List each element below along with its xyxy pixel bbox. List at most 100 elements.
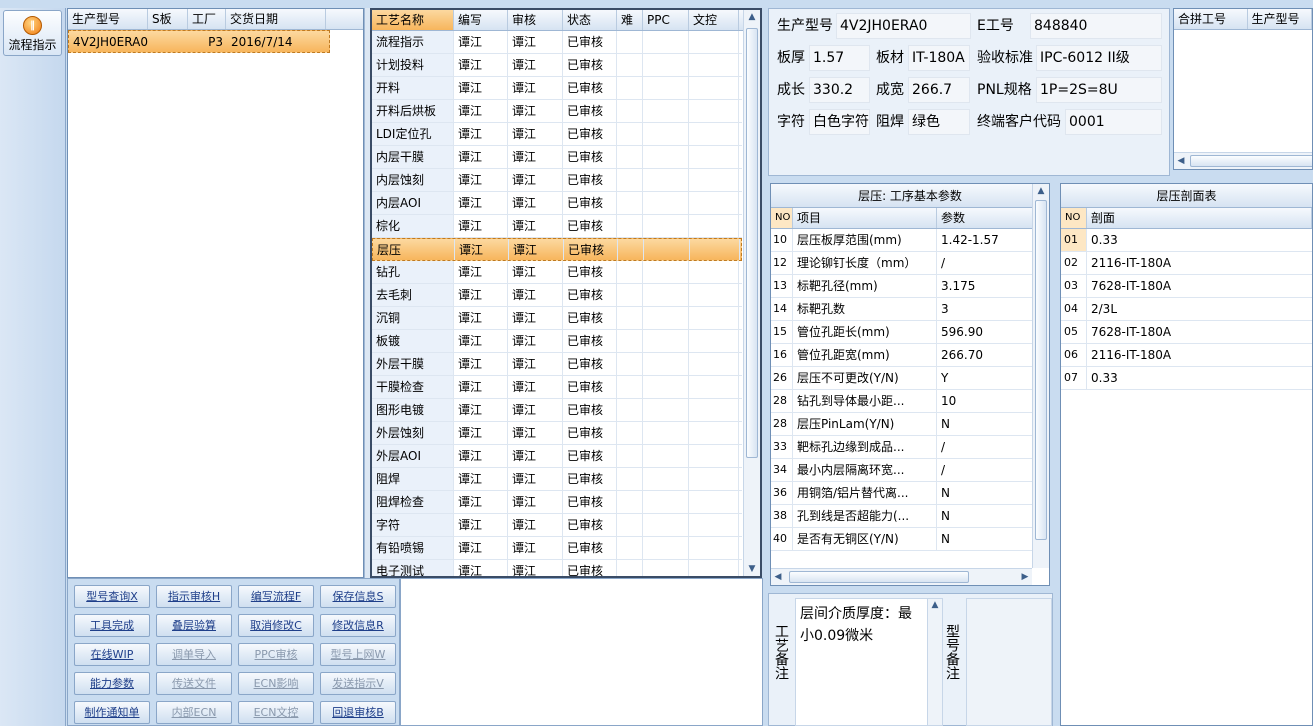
orders-col-header[interactable]: 生产型号 (68, 9, 148, 29)
scroll-left-icon[interactable]: ◀ (1174, 154, 1188, 168)
scroll-thumb[interactable] (789, 571, 969, 583)
stack-row[interactable]: 02 2116-IT-180A (1061, 252, 1312, 275)
action-button[interactable]: 能力参数 (74, 672, 150, 695)
action-button[interactable]: 传送文件 (156, 672, 232, 695)
process-row[interactable]: 内层蚀刻 谭江 谭江 已审核 (372, 169, 742, 192)
process-row[interactable]: 开料 谭江 谭江 已审核 (372, 77, 742, 100)
params-row[interactable]: 34 最小内层隔离环宽... / (771, 459, 1033, 482)
process-col-header[interactable]: 状态 (563, 10, 617, 30)
process-row[interactable]: 去毛刺 谭江 谭江 已审核 (372, 284, 742, 307)
action-button[interactable]: ECN文控 (238, 701, 314, 724)
params-hscroll[interactable]: ◀ ▶ (771, 568, 1032, 585)
action-button[interactable]: PPC审核 (238, 643, 314, 666)
process-row[interactable]: 钻孔 谭江 谭江 已审核 (372, 261, 742, 284)
process-col-header[interactable]: 难 (617, 10, 643, 30)
params-row[interactable]: 36 用铜箔/铝片替代离... N (771, 482, 1033, 505)
process-col-header[interactable]: 审核 (508, 10, 563, 30)
process-row[interactable]: 计划投料 谭江 谭江 已审核 (372, 54, 742, 77)
orders-col-header[interactable]: 工厂 (188, 9, 226, 29)
params-row[interactable]: 10 层压板厚范围(mm) 1.42-1.57 (771, 229, 1033, 252)
params-row[interactable]: 40 是否有无铜区(Y/N) N (771, 528, 1033, 551)
action-button[interactable]: 制作通知单 (74, 701, 150, 724)
params-col-header[interactable]: 项目 (793, 208, 937, 228)
scroll-up-icon[interactable]: ▲ (744, 10, 760, 24)
params-vscroll[interactable]: ▲ (1032, 184, 1049, 568)
process-row[interactable]: 阻焊 谭江 谭江 已审核 (372, 468, 742, 491)
params-row[interactable]: 28 钻孔到导体最小距... 10 (771, 390, 1033, 413)
process-row[interactable]: 图形电镀 谭江 谭江 已审核 (372, 399, 742, 422)
merge-hscroll[interactable]: ◀ (1174, 152, 1312, 169)
process-row[interactable]: 棕化 谭江 谭江 已审核 (372, 215, 742, 238)
params-row[interactable]: 14 标靶孔数 3 (771, 298, 1033, 321)
process-vscroll[interactable]: ▲ ▼ (743, 10, 760, 576)
stack-col-header[interactable]: 剖面 (1087, 208, 1312, 228)
action-button[interactable]: 发送指示V (320, 672, 396, 695)
params-row[interactable]: 38 孔到线是否超能力(... N (771, 505, 1033, 528)
merge-col-header[interactable]: 生产型号 (1248, 9, 1312, 29)
scroll-down-icon[interactable]: ▼ (744, 562, 760, 576)
process-row[interactable]: 内层干膜 谭江 谭江 已审核 (372, 146, 742, 169)
process-col-header[interactable]: PPC (643, 10, 689, 30)
process-col-header[interactable]: 文控 (689, 10, 739, 30)
action-button[interactable]: 叠层验算 (156, 614, 232, 637)
action-button[interactable]: 在线WIP (74, 643, 150, 666)
params-row[interactable]: 12 理论铆钉长度（mm） / (771, 252, 1033, 275)
action-button[interactable]: 编写流程F (238, 585, 314, 608)
process-row[interactable]: 外层AOI 谭江 谭江 已审核 (372, 445, 742, 468)
process-row[interactable]: 开料后烘板 谭江 谭江 已审核 (372, 100, 742, 123)
action-button[interactable]: 指示审核H (156, 585, 232, 608)
process-row[interactable]: 有铅喷锡 谭江 谭江 已审核 (372, 537, 742, 560)
process-row[interactable]: LDI定位孔 谭江 谭江 已审核 (372, 123, 742, 146)
process-row[interactable]: 外层干膜 谭江 谭江 已审核 (372, 353, 742, 376)
params-row[interactable]: 13 标靶孔径(mm) 3.175 (771, 275, 1033, 298)
stack-col-header[interactable]: NO (1061, 208, 1087, 228)
action-button[interactable]: 取消修改C (238, 614, 314, 637)
scroll-thumb[interactable] (1190, 155, 1312, 167)
process-row[interactable]: 阻焊检查 谭江 谭江 已审核 (372, 491, 742, 514)
proc-remark-text[interactable]: 层间介质厚度：最小0.09微米 (795, 598, 943, 726)
params-row[interactable]: 15 管位孔距长(mm) 596.90 (771, 321, 1033, 344)
process-col-header[interactable]: 编写 (454, 10, 508, 30)
scroll-left-icon[interactable]: ◀ (771, 570, 785, 584)
action-button[interactable]: 保存信息S (320, 585, 396, 608)
params-col-header[interactable]: NO (771, 208, 793, 228)
process-row[interactable]: 板镀 谭江 谭江 已审核 (372, 330, 742, 353)
remark-vscroll[interactable]: ▲ (927, 599, 942, 725)
params-row[interactable]: 16 管位孔距宽(mm) 266.70 (771, 344, 1033, 367)
scroll-thumb[interactable] (746, 28, 758, 458)
action-button[interactable]: ECN影响 (238, 672, 314, 695)
orders-col-header[interactable]: S板 (148, 9, 188, 29)
scroll-right-icon[interactable]: ▶ (1018, 570, 1032, 584)
stack-row[interactable]: 01 0.33 (1061, 229, 1312, 252)
stack-row[interactable]: 06 2116-IT-180A (1061, 344, 1312, 367)
params-row[interactable]: 33 靶标孔边缘到成品... / (771, 436, 1033, 459)
scroll-thumb[interactable] (1035, 200, 1047, 540)
stack-row[interactable]: 04 2/3L (1061, 298, 1312, 321)
merge-col-header[interactable]: 合拼工号 (1174, 9, 1248, 29)
params-row[interactable]: 28 层压PinLam(Y/N) N (771, 413, 1033, 436)
process-row[interactable]: 内层AOI 谭江 谭江 已审核 (372, 192, 742, 215)
stack-row[interactable]: 07 0.33 (1061, 367, 1312, 390)
model-remark-text[interactable] (966, 598, 1052, 726)
action-button[interactable]: 工具完成 (74, 614, 150, 637)
scroll-up-icon[interactable]: ▲ (1033, 184, 1049, 198)
sidebar-flow-button[interactable]: ‖ 流程指示 (3, 10, 62, 56)
orders-row[interactable]: 4V2JH0ERA0 P3 2016/7/14 (68, 30, 330, 53)
stack-row[interactable]: 03 7628-IT-180A (1061, 275, 1312, 298)
orders-col-header[interactable]: 交货日期 (226, 9, 326, 29)
action-button[interactable]: 修改信息R (320, 614, 396, 637)
process-row[interactable]: 干膜检查 谭江 谭江 已审核 (372, 376, 742, 399)
process-row[interactable]: 沉铜 谭江 谭江 已审核 (372, 307, 742, 330)
process-row[interactable]: 字符 谭江 谭江 已审核 (372, 514, 742, 537)
process-row[interactable]: 电子测试 谭江 谭江 已审核 (372, 560, 742, 576)
action-button[interactable]: 调单导入 (156, 643, 232, 666)
action-button[interactable]: 型号上网W (320, 643, 396, 666)
params-col-header[interactable]: 参数 (937, 208, 1033, 228)
action-button[interactable]: 型号查询X (74, 585, 150, 608)
process-row[interactable]: 外层蚀刻 谭江 谭江 已审核 (372, 422, 742, 445)
process-row[interactable]: 流程指示 谭江 谭江 已审核 (372, 31, 742, 54)
action-button[interactable]: 回退审核B (320, 701, 396, 724)
params-row[interactable]: 26 层压不可更改(Y/N) Y (771, 367, 1033, 390)
process-col-header[interactable]: 工艺名称 (372, 10, 454, 30)
scroll-up-icon[interactable]: ▲ (928, 599, 942, 611)
